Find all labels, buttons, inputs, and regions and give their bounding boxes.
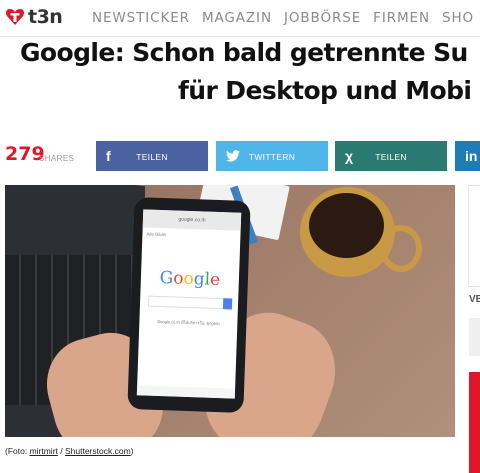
phone-search-tabs: Alle Bilder	[146, 231, 167, 238]
caption-author-link[interactable]: mirtmirt	[30, 446, 58, 456]
facebook-share-button[interactable]: f TEILEN	[96, 141, 208, 171]
caption-suffix: )	[130, 446, 134, 456]
headline-line-1: Google: Schon bald getrennte Su	[20, 38, 468, 67]
nav-divider	[0, 36, 480, 37]
caption-prefix: (Foto:	[5, 446, 30, 456]
xing-share-button[interactable]: χ TEILEN	[335, 141, 447, 171]
xing-share-label: TEILEN	[375, 152, 407, 162]
phone-url-bar: google.co.th	[142, 209, 242, 231]
share-count-label: SHARES	[39, 154, 75, 163]
caption-source-link[interactable]: Shutterstock.com	[65, 446, 131, 456]
linkedin-icon: in	[465, 148, 478, 164]
image-caption: (Foto: mirtmirt / Shutterstock.com)	[5, 446, 134, 456]
phone-search-icon	[222, 298, 233, 310]
nav-item-firmen[interactable]: FIRMEN	[373, 10, 430, 26]
phone-search-box	[147, 295, 233, 310]
share-bar: 279 SHARES f TEILEN TWITTERN χ TEILEN in	[0, 141, 480, 171]
site-logo[interactable]: t3n	[5, 6, 63, 28]
nav-item-shop[interactable]: SHO	[442, 10, 474, 26]
linkedin-share-button[interactable]: in	[455, 141, 480, 171]
phone-language-text: Google.co.th ที่ให้บริการใน: English	[157, 318, 220, 327]
nav-item-jobboerse[interactable]: JOBBÖRSE	[284, 10, 361, 26]
twitter-share-label: TWITTERN	[248, 152, 296, 162]
headline-line-2: für Desktop und Mobi	[178, 76, 472, 105]
nav-item-newsticker[interactable]: NEWSTICKER	[92, 10, 190, 26]
phone-screen: google.co.th Alle Bilder Google Google.c…	[136, 209, 242, 399]
twitter-share-button[interactable]: TWITTERN	[216, 141, 328, 171]
top-nav: t3n NEWSTICKER MAGAZIN JOBBÖRSE FIRMEN S…	[0, 0, 480, 36]
logo-heart-icon	[6, 9, 24, 25]
facebook-share-label: TEILEN	[136, 152, 168, 162]
phone-toolbar	[136, 385, 236, 399]
coffee-graphic	[309, 193, 384, 258]
sidebar-ad-banner[interactable]	[469, 372, 480, 473]
article-hero-image: google.co.th Alle Bilder Google Google.c…	[5, 185, 455, 437]
main-menu: NEWSTICKER MAGAZIN JOBBÖRSE FIRMEN SHO	[92, 10, 480, 26]
sidebar-label: VE	[469, 294, 480, 305]
nav-item-magazin[interactable]: MAGAZIN	[202, 10, 272, 26]
article-headline: Google: Schon bald getrennte Su für Desk…	[0, 38, 480, 118]
sidebar-box[interactable]	[469, 318, 480, 356]
logo-text: t3n	[28, 6, 63, 28]
smartphone-graphic: google.co.th Alle Bilder Google Google.c…	[127, 197, 251, 413]
cup-handle-graphic	[380, 225, 422, 272]
caption-separator: /	[57, 446, 65, 456]
google-logo: Google	[159, 267, 221, 291]
sidebar-image[interactable]	[468, 185, 480, 287]
